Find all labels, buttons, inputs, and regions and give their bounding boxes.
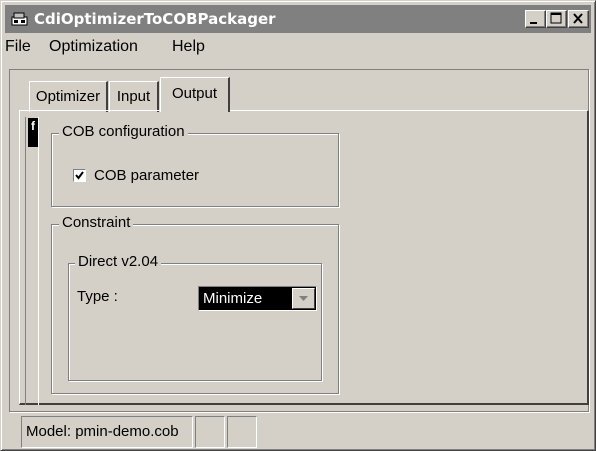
tab-output[interactable]: Output xyxy=(160,77,230,112)
minimize-icon xyxy=(530,22,537,24)
menu-help[interactable]: Help xyxy=(172,38,205,56)
maximize-icon xyxy=(550,12,562,24)
tab-input[interactable]: Input xyxy=(109,81,159,112)
type-select[interactable]: Minimize xyxy=(198,286,317,311)
type-label: Type : xyxy=(77,288,118,305)
constraint-title: Constraint xyxy=(59,214,134,231)
chevron-down-icon xyxy=(299,296,308,301)
side-tab[interactable]: f xyxy=(28,118,38,147)
cob-parameter-label[interactable]: COB parameter xyxy=(94,167,200,184)
menu-file[interactable]: File xyxy=(5,38,31,56)
close-icon xyxy=(573,13,583,24)
cob-configuration-title: COB configuration xyxy=(59,123,188,140)
maximize-button[interactable] xyxy=(546,10,567,28)
minimize-button[interactable] xyxy=(525,10,546,28)
menu-bar: File Optimization Help xyxy=(5,34,591,60)
checkmark-icon xyxy=(75,171,84,180)
direct-group xyxy=(68,263,322,381)
status-bar: Model: pmin-demo.cob xyxy=(5,416,591,448)
side-scroll-strip[interactable] xyxy=(25,117,39,405)
status-model: Model: pmin-demo.cob xyxy=(21,416,193,448)
app-icon xyxy=(11,12,28,26)
menu-optimization[interactable]: Optimization xyxy=(49,38,138,56)
cob-parameter-checkbox[interactable] xyxy=(73,169,86,182)
close-button[interactable] xyxy=(568,10,589,28)
status-panel-3 xyxy=(227,416,257,448)
title-bar[interactable]: CdiOptimizerToCOBPackager xyxy=(5,5,591,33)
status-panel-2 xyxy=(195,416,225,448)
tab-optimizer[interactable]: Optimizer xyxy=(29,81,108,112)
type-select-value: Minimize xyxy=(203,290,263,307)
direct-title: Direct v2.04 xyxy=(75,253,162,270)
window-title: CdiOptimizerToCOBPackager xyxy=(34,10,276,28)
application-window: CdiOptimizerToCOBPackager File Optimizat… xyxy=(0,0,596,451)
type-select-dropdown-button[interactable] xyxy=(292,288,315,309)
